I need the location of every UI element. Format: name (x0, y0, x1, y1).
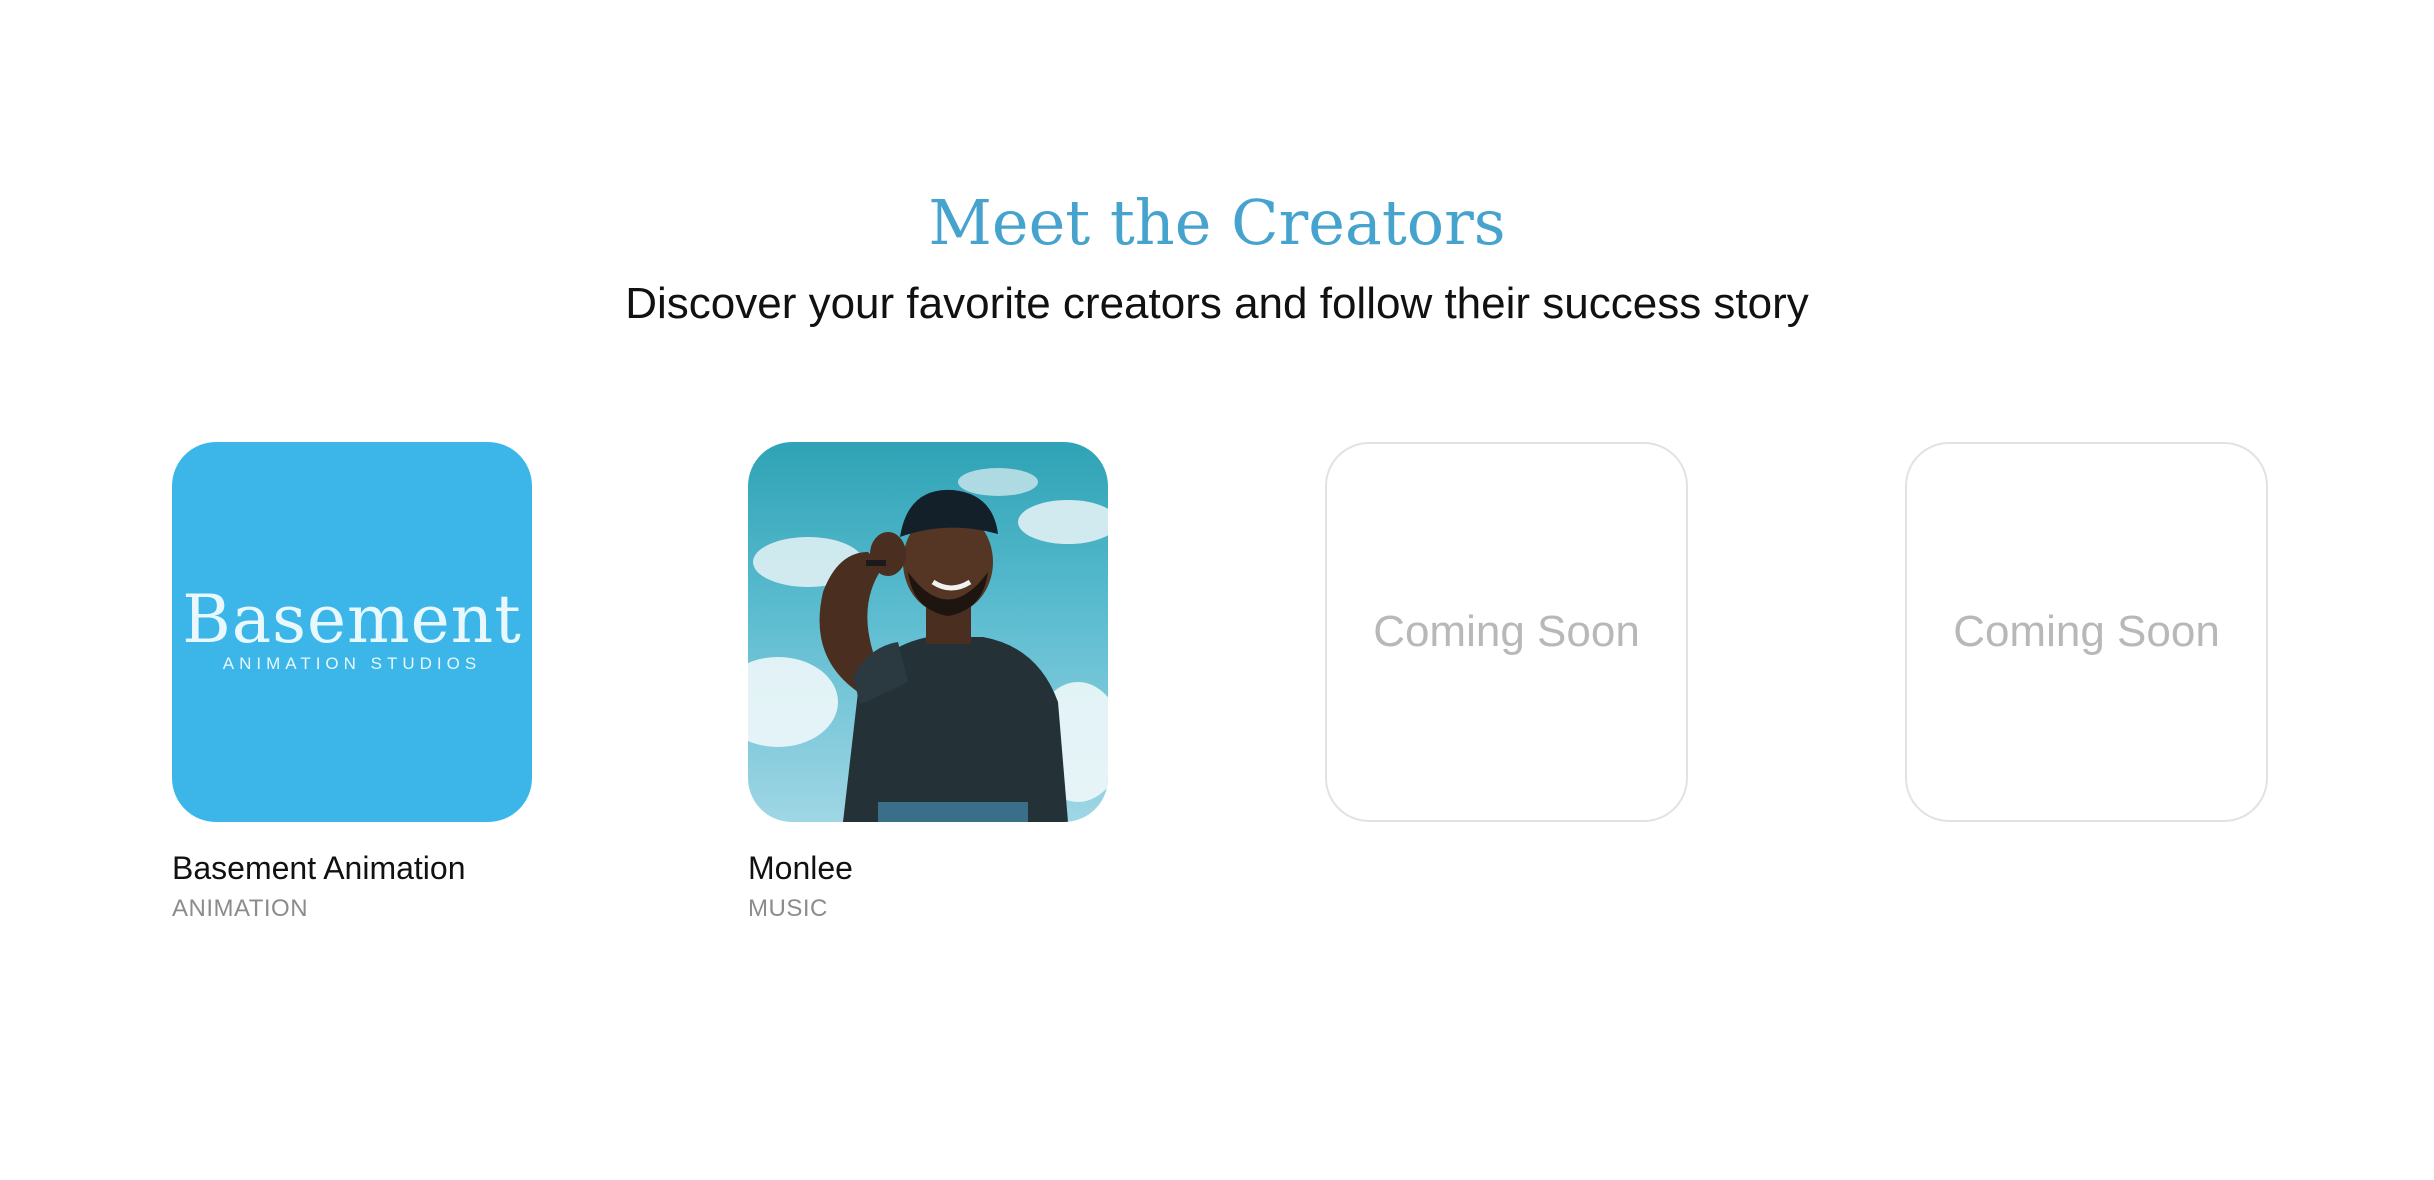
placeholder-card-2: Coming Soon (1905, 442, 2268, 822)
creator-logo[interactable]: Basement ANIMATION STUDIOS (172, 442, 532, 822)
logo-subtext: ANIMATION STUDIOS (222, 654, 482, 673)
coming-soon-tile: Coming Soon (1905, 442, 2268, 822)
coming-soon-label: Coming Soon (1953, 607, 2220, 656)
coming-soon-tile: Coming Soon (1325, 442, 1688, 822)
creator-category: MUSIC (748, 895, 828, 922)
placeholder-card-1: Coming Soon (1325, 442, 1688, 822)
creator-category: ANIMATION (172, 895, 309, 922)
creator-name[interactable]: Basement Animation (172, 848, 532, 888)
creator-photo[interactable] (748, 442, 1108, 822)
creator-portrait-image (748, 468, 1108, 822)
creator-name[interactable]: Monlee (748, 848, 1108, 888)
logo-wordmark: Basement (182, 581, 522, 658)
coming-soon-label: Coming Soon (1373, 607, 1640, 656)
creator-card-monlee[interactable]: Monlee MUSIC (748, 442, 1108, 924)
creator-card-basement-animation[interactable]: Basement ANIMATION STUDIOS Basement Anim… (172, 442, 532, 924)
section-title: Meet the Creators (928, 186, 1506, 259)
section-subtitle: Discover your favorite creators and foll… (625, 279, 1809, 328)
